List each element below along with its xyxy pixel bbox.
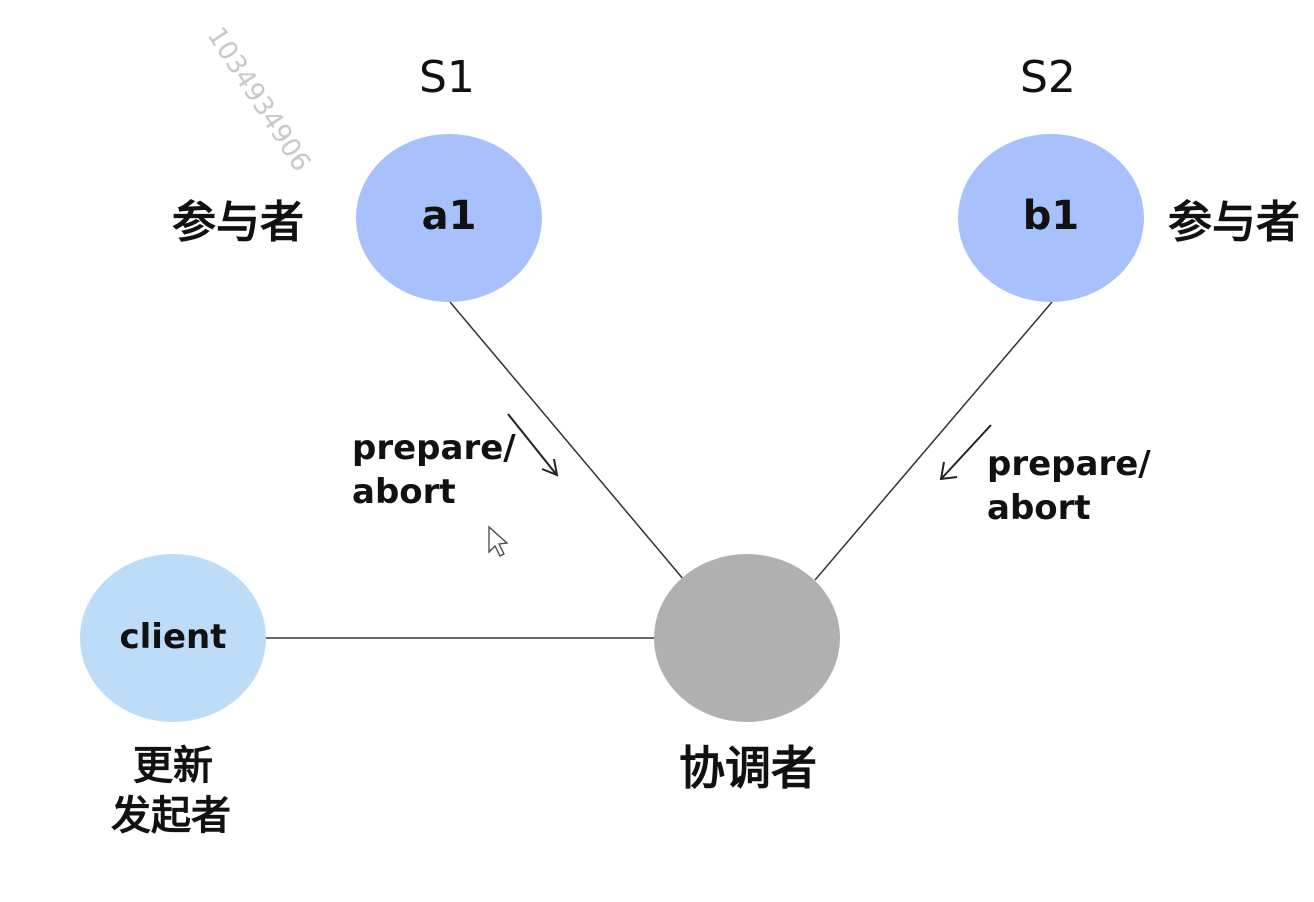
role-label-client-line2: 发起者 bbox=[111, 793, 231, 839]
node-a1-label: a1 bbox=[421, 193, 477, 239]
edge-label-right-line2: abort bbox=[987, 488, 1091, 528]
arrow-right-down-icon bbox=[939, 424, 992, 481]
edge-label-right-line1: prepare/ bbox=[987, 444, 1151, 484]
edge-label-left-line1: prepare/ bbox=[352, 428, 516, 468]
edge-b1-coordinator bbox=[814, 301, 1053, 581]
node-b1-label: b1 bbox=[1022, 193, 1080, 239]
role-label-b1: 参与者 bbox=[1168, 197, 1300, 248]
role-label-a1: 参与者 bbox=[172, 197, 304, 248]
mouse-cursor-icon bbox=[488, 525, 509, 557]
two-phase-commit-diagram: 1034934906 S1 S2 a1 b1 client 参与者 参与者 更新… bbox=[0, 0, 1314, 902]
edge-label-left-line2: abort bbox=[352, 472, 456, 512]
server-label-s2: S2 bbox=[1020, 52, 1076, 103]
role-label-coordinator: 协调者 bbox=[679, 741, 817, 795]
node-client-label: client bbox=[119, 617, 227, 657]
server-label-s1: S1 bbox=[419, 52, 475, 103]
node-coordinator bbox=[654, 554, 840, 722]
